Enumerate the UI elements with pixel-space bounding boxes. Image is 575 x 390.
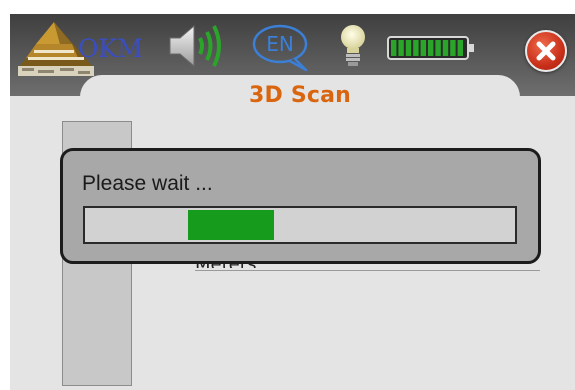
battery-cell [450, 40, 456, 56]
battery-cell [435, 40, 441, 56]
okm-logo: OKM [16, 20, 166, 80]
battery-cell [457, 40, 463, 56]
logo-text: OKM [78, 34, 143, 63]
speaker-volume-icon[interactable] [166, 20, 230, 72]
battery-cell [398, 40, 404, 56]
light-bulb-icon[interactable] [335, 22, 371, 70]
unit-underline [195, 270, 540, 271]
battery-cell [391, 40, 397, 56]
battery-icon [387, 36, 474, 60]
close-button[interactable] [525, 30, 567, 72]
close-icon [536, 41, 556, 61]
progress-indicator [188, 210, 274, 240]
battery-cell [405, 40, 412, 56]
battery-cell [428, 40, 434, 56]
battery-cell [413, 40, 419, 56]
wait-message: Please wait ... [82, 172, 213, 195]
battery-cell [420, 40, 426, 56]
page-title: 3D Scan [248, 83, 352, 108]
progress-bar [83, 206, 517, 244]
battery-cell [442, 40, 449, 56]
screen: 3D Scan OKM EN Please wait ... [0, 0, 575, 390]
language-code: EN [266, 32, 294, 56]
